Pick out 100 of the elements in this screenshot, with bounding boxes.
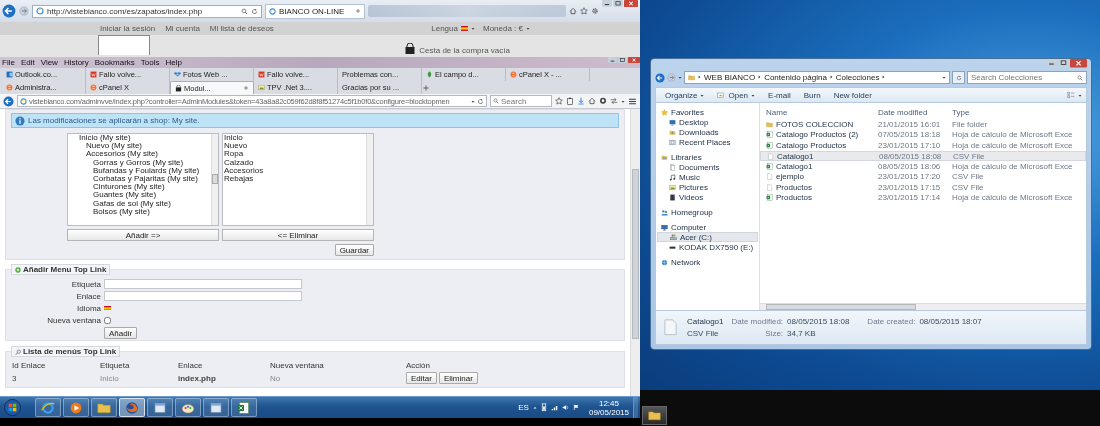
breadcrumb-item[interactable]: Contenido página bbox=[764, 73, 827, 82]
add-button[interactable]: Añadir => bbox=[67, 229, 219, 241]
list-option[interactable]: Guantes (My site) bbox=[83, 191, 210, 200]
bookmark-icon[interactable] bbox=[555, 97, 563, 105]
nav-item[interactable]: Computer bbox=[657, 222, 758, 232]
menu-item[interactable]: Edit bbox=[20, 57, 35, 68]
file-row[interactable]: ejemplo 23/01/2015 17:20 CSV File bbox=[760, 171, 1086, 182]
toolbar-button[interactable]: Organize bbox=[660, 90, 710, 100]
list-option[interactable]: Cinturones (My site) bbox=[83, 183, 210, 192]
search-field[interactable]: Search Colecciones bbox=[967, 71, 1087, 84]
menu-item[interactable]: Help bbox=[165, 57, 182, 68]
add-button[interactable]: Añadir bbox=[104, 327, 138, 339]
list-option[interactable]: Calzado bbox=[224, 158, 365, 167]
dropdown-icon[interactable] bbox=[471, 99, 475, 103]
input-field[interactable] bbox=[104, 279, 302, 289]
settings-icon[interactable] bbox=[591, 7, 599, 15]
nav-item[interactable]: Music bbox=[657, 172, 758, 182]
caret-icon[interactable] bbox=[942, 76, 946, 79]
list-option[interactable]: Nuevo (My site) bbox=[76, 142, 210, 151]
list-option[interactable]: Gafas de sol (My site) bbox=[83, 199, 210, 208]
maximize-icon[interactable] bbox=[613, 0, 623, 7]
column-header[interactable]: Name bbox=[766, 107, 878, 117]
save-button[interactable]: Guardar bbox=[334, 244, 374, 256]
language-indicator[interactable]: ES bbox=[518, 403, 529, 412]
column-header[interactable]: Date modified bbox=[878, 107, 952, 117]
file-row[interactable]: Catalogo1 08/05/2015 18:06 Hoja de cálculo de Microsoft Exce bbox=[760, 161, 1086, 172]
refresh-icon[interactable] bbox=[251, 7, 258, 15]
list-option[interactable]: Nuevo bbox=[224, 142, 365, 151]
browser-tab[interactable]: BIANCO ON-LINE bbox=[265, 3, 365, 19]
nav-item[interactable]: KODAK DX7590 (E:) bbox=[657, 242, 758, 252]
menu-item[interactable]: File bbox=[2, 57, 15, 68]
file-row[interactable]: Catalogo Productos 23/01/2015 17:10 Hoja de cálculo de Microsoft Exce bbox=[760, 140, 1086, 151]
list-option[interactable]: Bufandas y Foulards (My site) bbox=[83, 166, 210, 175]
action-button[interactable]: Editar bbox=[406, 372, 437, 384]
search-input[interactable]: Search Colecciones bbox=[971, 72, 1077, 83]
file-row[interactable]: Catalogo1 08/05/2015 18:08 CSV File bbox=[760, 150, 1086, 161]
column-header[interactable]: Type bbox=[952, 107, 1086, 117]
forward-icon[interactable] bbox=[19, 6, 29, 16]
minimize-icon[interactable] bbox=[602, 0, 612, 7]
menu-icon[interactable] bbox=[628, 96, 637, 106]
menu-item[interactable]: View bbox=[40, 57, 58, 68]
address-bar[interactable]: WEB BIANCO Contenido página Colecciones bbox=[684, 71, 950, 84]
menu-item[interactable]: Bookmarks bbox=[94, 57, 135, 68]
nav-item[interactable]: Acer (C:) bbox=[657, 232, 758, 242]
nav-item[interactable]: Downloads bbox=[657, 127, 758, 137]
input-field[interactable] bbox=[104, 291, 302, 301]
flag-icon[interactable] bbox=[104, 305, 111, 311]
nav-item[interactable]: Pictures bbox=[657, 182, 758, 192]
refresh-icon[interactable] bbox=[477, 97, 484, 105]
caret-icon[interactable] bbox=[1078, 93, 1082, 97]
nav-item[interactable]: Homegroup bbox=[657, 207, 758, 217]
file-row[interactable]: Catalogo Productos (2) 07/05/2015 18:18 Hoja de cálculo de Microsoft Exce bbox=[760, 129, 1086, 140]
back-icon[interactable] bbox=[655, 72, 665, 83]
search-field[interactable]: Search bbox=[490, 95, 552, 107]
caret-icon[interactable] bbox=[526, 27, 530, 30]
nav-link[interactable]: Iniciar la sesión bbox=[100, 24, 156, 33]
nav-item[interactable]: Recent Places bbox=[657, 137, 758, 147]
nav-item[interactable]: Desktop bbox=[657, 117, 758, 127]
home-icon[interactable] bbox=[569, 7, 577, 15]
arrows-icon[interactable] bbox=[610, 97, 618, 105]
list-option[interactable]: Accesorios (My site) bbox=[76, 150, 210, 159]
list-option[interactable]: Ropa bbox=[224, 150, 365, 159]
category-list[interactable] bbox=[67, 133, 219, 226]
toolbar-button[interactable]: Open bbox=[712, 90, 761, 100]
file-row[interactable]: Productos 23/01/2015 17:14 Hoja de cálculo de Microsoft Exce bbox=[760, 192, 1086, 203]
list-option[interactable]: Accesorios bbox=[224, 166, 365, 175]
nav-link[interactable]: Mi lista de deseos bbox=[209, 24, 274, 33]
caret-icon[interactable] bbox=[678, 76, 682, 79]
menu-item[interactable]: Tools bbox=[140, 57, 160, 68]
search-input[interactable]: Search bbox=[501, 96, 549, 106]
list-option[interactable]: Inicio bbox=[224, 134, 365, 143]
file-row[interactable]: FOTOS COLECCION 21/01/2015 16:01 File folder bbox=[760, 119, 1086, 130]
star-icon[interactable] bbox=[580, 7, 588, 15]
scrollbar[interactable] bbox=[760, 303, 1086, 310]
list-option[interactable]: Inicio (My site) bbox=[69, 134, 210, 143]
file-row[interactable]: Productos 23/01/2015 17:15 CSV File bbox=[760, 182, 1086, 193]
list-option[interactable]: Bolsos (My site) bbox=[83, 207, 210, 217]
nav-item[interactable]: Network bbox=[657, 257, 758, 267]
forward-icon[interactable] bbox=[667, 73, 676, 82]
list-option[interactable]: Corbatas y Pajaritas (My site) bbox=[83, 175, 210, 184]
breadcrumb-item[interactable]: WEB BIANCO bbox=[704, 73, 756, 82]
back-icon[interactable] bbox=[2, 4, 16, 18]
toolbar-button[interactable]: E-mail bbox=[763, 90, 796, 100]
taskbar-button[interactable] bbox=[642, 406, 667, 425]
search-icon[interactable] bbox=[241, 7, 248, 15]
address-field[interactable]: http://vistebianco.com/es/zapatos/index.php bbox=[32, 4, 262, 18]
nav-link[interactable]: Mi cuenta bbox=[165, 24, 200, 33]
chat-icon[interactable] bbox=[599, 97, 607, 105]
clipboard-icon[interactable] bbox=[566, 97, 574, 105]
action-button[interactable]: Eliminar bbox=[438, 372, 478, 384]
scrollbar-thumb[interactable] bbox=[212, 174, 218, 184]
maximize-icon[interactable] bbox=[618, 57, 627, 63]
nav-item[interactable]: Libraries bbox=[657, 152, 758, 162]
new-tab-icon[interactable] bbox=[422, 83, 430, 92]
start-button[interactable] bbox=[4, 399, 21, 416]
scrollbar[interactable] bbox=[366, 134, 373, 225]
download-icon[interactable] bbox=[577, 97, 585, 105]
toolbar-button[interactable]: Burn bbox=[798, 90, 826, 100]
home-icon[interactable] bbox=[588, 97, 596, 105]
list-option[interactable]: Rebajas bbox=[224, 175, 365, 184]
